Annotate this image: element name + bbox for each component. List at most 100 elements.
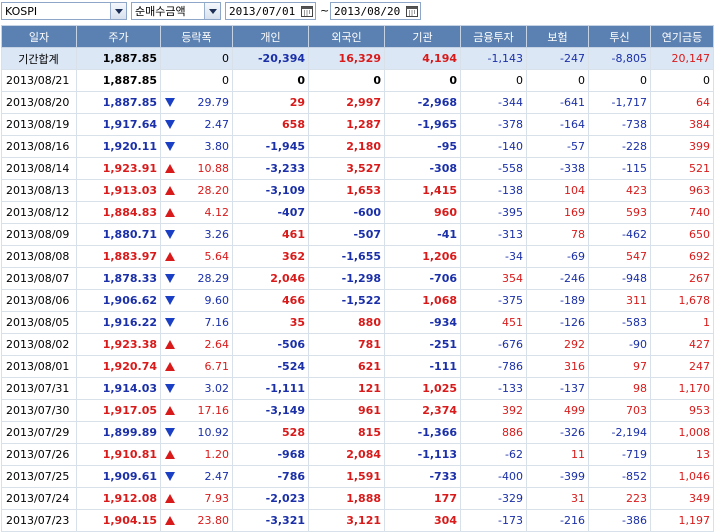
cell-insurance: -137	[526, 377, 589, 400]
cell-insurance: -641	[526, 91, 589, 114]
cell-change: 2.47	[160, 113, 233, 136]
cell-individual: -3,149	[232, 399, 309, 422]
date-from-field[interactable]: 2013/07/01	[225, 2, 316, 20]
cell-pension: 247	[650, 355, 714, 378]
market-select-value: KOSPI	[5, 4, 38, 18]
cell-foreign: -1,298	[308, 267, 385, 290]
table-row[interactable]: 2013/08/08 1,883.97 5.64 362 -1,655 1,206 -34-…	[1, 245, 714, 268]
cell-trust: 223	[588, 487, 651, 510]
cell-change: 4.12	[160, 201, 233, 224]
cell-institution: -1,965	[384, 113, 461, 136]
cell-insurance: 316	[526, 355, 589, 378]
cell-date: 2013/08/13	[1, 179, 77, 202]
cell-pension: 521	[650, 157, 714, 180]
metric-select[interactable]: 순매수금액	[131, 2, 221, 20]
column-header[interactable]: 연기금등	[650, 25, 714, 48]
column-header[interactable]: 주가	[76, 25, 161, 48]
table-row[interactable]: 2013/08/05 1,916.22 7.16 35 880 -934 451 -126 -5…	[1, 311, 714, 334]
cell-individual: -3,321	[232, 509, 309, 532]
table-row[interactable]: 2013/07/31 1,914.03 3.02 -1,111 121 1,025 -133…	[1, 377, 714, 400]
table-row[interactable]: 2013/08/13 1,913.03 28.20 -3,109 1,653 1,415-…	[1, 179, 714, 202]
cell-change-value: 29.79	[197, 96, 230, 109]
cell-pension: 427	[650, 333, 714, 356]
table-row[interactable]: 2013/07/26 1,910.81 1.20 -968 2,084 -1,113 -62…	[1, 443, 714, 466]
cell-price: 1,880.71	[76, 223, 161, 246]
column-header[interactable]: 투신	[588, 25, 651, 48]
table-row[interactable]: 2013/07/30 1,917.05 17.16 -3,149 961 2,374 392…	[1, 399, 714, 422]
cell-institution: 304	[384, 509, 461, 532]
cell-trust: -462	[588, 223, 651, 246]
cell-date: 2013/08/07	[1, 267, 77, 290]
down-arrow-icon	[165, 274, 175, 283]
table-row[interactable]: 2013/08/07 1,878.33 28.29 2,046 -1,298 -706 35…	[1, 267, 714, 290]
cell-trust: -90	[588, 333, 651, 356]
up-arrow-icon	[165, 252, 175, 261]
cell-date: 2013/07/26	[1, 443, 77, 466]
cell-individual: 461	[232, 223, 309, 246]
cell-individual: -524	[232, 355, 309, 378]
cell-pension: 963	[650, 179, 714, 202]
cell-pension: 399	[650, 135, 714, 158]
column-header[interactable]: 일자	[1, 25, 77, 48]
summary-change: 0	[160, 47, 233, 70]
table-row[interactable]: 2013/08/09 1,880.71 3.26 461 -507 -41 -313 78 -4…	[1, 223, 714, 246]
cell-trust: -228	[588, 135, 651, 158]
table-row[interactable]: 2013/08/20 1,887.85 29.79 29 2,997 -2,968 -344…	[1, 91, 714, 114]
cell-change-value: 9.60	[204, 294, 230, 307]
cell-foreign: 3,121	[308, 509, 385, 532]
column-header[interactable]: 등락폭	[160, 25, 233, 48]
down-arrow-icon	[165, 384, 175, 393]
cell-fin-invest: -558	[460, 157, 527, 180]
cell-insurance: 0	[526, 69, 589, 92]
table-row[interactable]: 2013/07/25 1,909.61 2.47 -786 1,591 -733 -400-…	[1, 465, 714, 488]
table-row[interactable]: 2013/07/23 1,904.15 23.80 -3,321 3,121 304 -17…	[1, 509, 714, 532]
cell-individual: -1,945	[232, 135, 309, 158]
table-row[interactable]: 2013/07/29 1,899.89 10.92 528 815 -1,366 886 -3…	[1, 421, 714, 444]
market-select[interactable]: KOSPI	[1, 2, 127, 20]
table-row[interactable]: 2013/08/21 1,887.85 0 0 0 0 0 0 0 0	[1, 69, 714, 92]
cell-individual: -1,111	[232, 377, 309, 400]
summary-row[interactable]: 기간합계 1,887.85 0 -20,394 16,329 4,194 -1,…	[1, 47, 714, 70]
cell-trust: 0	[588, 69, 651, 92]
column-header[interactable]: 개인	[232, 25, 309, 48]
table-row[interactable]: 2013/08/01 1,920.74 6.71 -524 621 -111 -786 316…	[1, 355, 714, 378]
up-arrow-icon	[165, 164, 175, 173]
cell-change: 3.80	[160, 135, 233, 158]
chevron-down-icon[interactable]	[110, 3, 126, 19]
column-header[interactable]: 보험	[526, 25, 589, 48]
cell-pension: 953	[650, 399, 714, 422]
cell-change-value: 23.80	[197, 514, 230, 527]
column-header[interactable]: 기관	[384, 25, 461, 48]
cell-change: 0	[160, 69, 233, 92]
table-row[interactable]: 2013/08/06 1,906.62 9.60 466 -1,522 1,068 -375…	[1, 289, 714, 312]
table-row[interactable]: 2013/08/02 1,923.38 2.64 -506 781 -251 -676 292…	[1, 333, 714, 356]
date-from-value: 2013/07/01	[229, 4, 296, 18]
table-row[interactable]: 2013/08/16 1,920.11 3.80 -1,945 2,180 -95 -140…	[1, 135, 714, 158]
column-header[interactable]: 금융투자	[460, 25, 527, 48]
table-row[interactable]: 2013/08/12 1,884.83 4.12 -407 -600 960 -395 169…	[1, 201, 714, 224]
cell-price: 1,904.15	[76, 509, 161, 532]
calendar-icon[interactable]	[299, 3, 315, 19]
cell-pension: 0	[650, 69, 714, 92]
metric-select-value: 순매수금액	[135, 5, 186, 18]
date-to-field[interactable]: 2013/08/20	[330, 2, 421, 20]
cell-change-value: 2.47	[204, 118, 230, 131]
chevron-down-icon[interactable]	[204, 3, 220, 19]
table-row[interactable]: 2013/08/14 1,923.91 10.88 -3,233 3,527 -308 -5…	[1, 157, 714, 180]
cell-pension: 13	[650, 443, 714, 466]
table-row[interactable]: 2013/07/24 1,912.08 7.93 -2,023 1,888 177 -329…	[1, 487, 714, 510]
cell-date: 2013/08/12	[1, 201, 77, 224]
column-header[interactable]: 외국인	[308, 25, 385, 48]
cell-price: 1,920.11	[76, 135, 161, 158]
up-arrow-icon	[165, 494, 175, 503]
table-row[interactable]: 2013/08/19 1,917.64 2.47 658 1,287 -1,965 -378…	[1, 113, 714, 136]
cell-change: 2.47	[160, 465, 233, 488]
cell-individual: -968	[232, 443, 309, 466]
calendar-icon[interactable]	[404, 3, 420, 19]
cell-change-value: 3.26	[204, 228, 230, 241]
cell-fin-invest: -786	[460, 355, 527, 378]
down-arrow-icon	[165, 428, 175, 437]
cell-trust: -719	[588, 443, 651, 466]
cell-pension: 384	[650, 113, 714, 136]
cell-date: 2013/08/21	[1, 69, 77, 92]
